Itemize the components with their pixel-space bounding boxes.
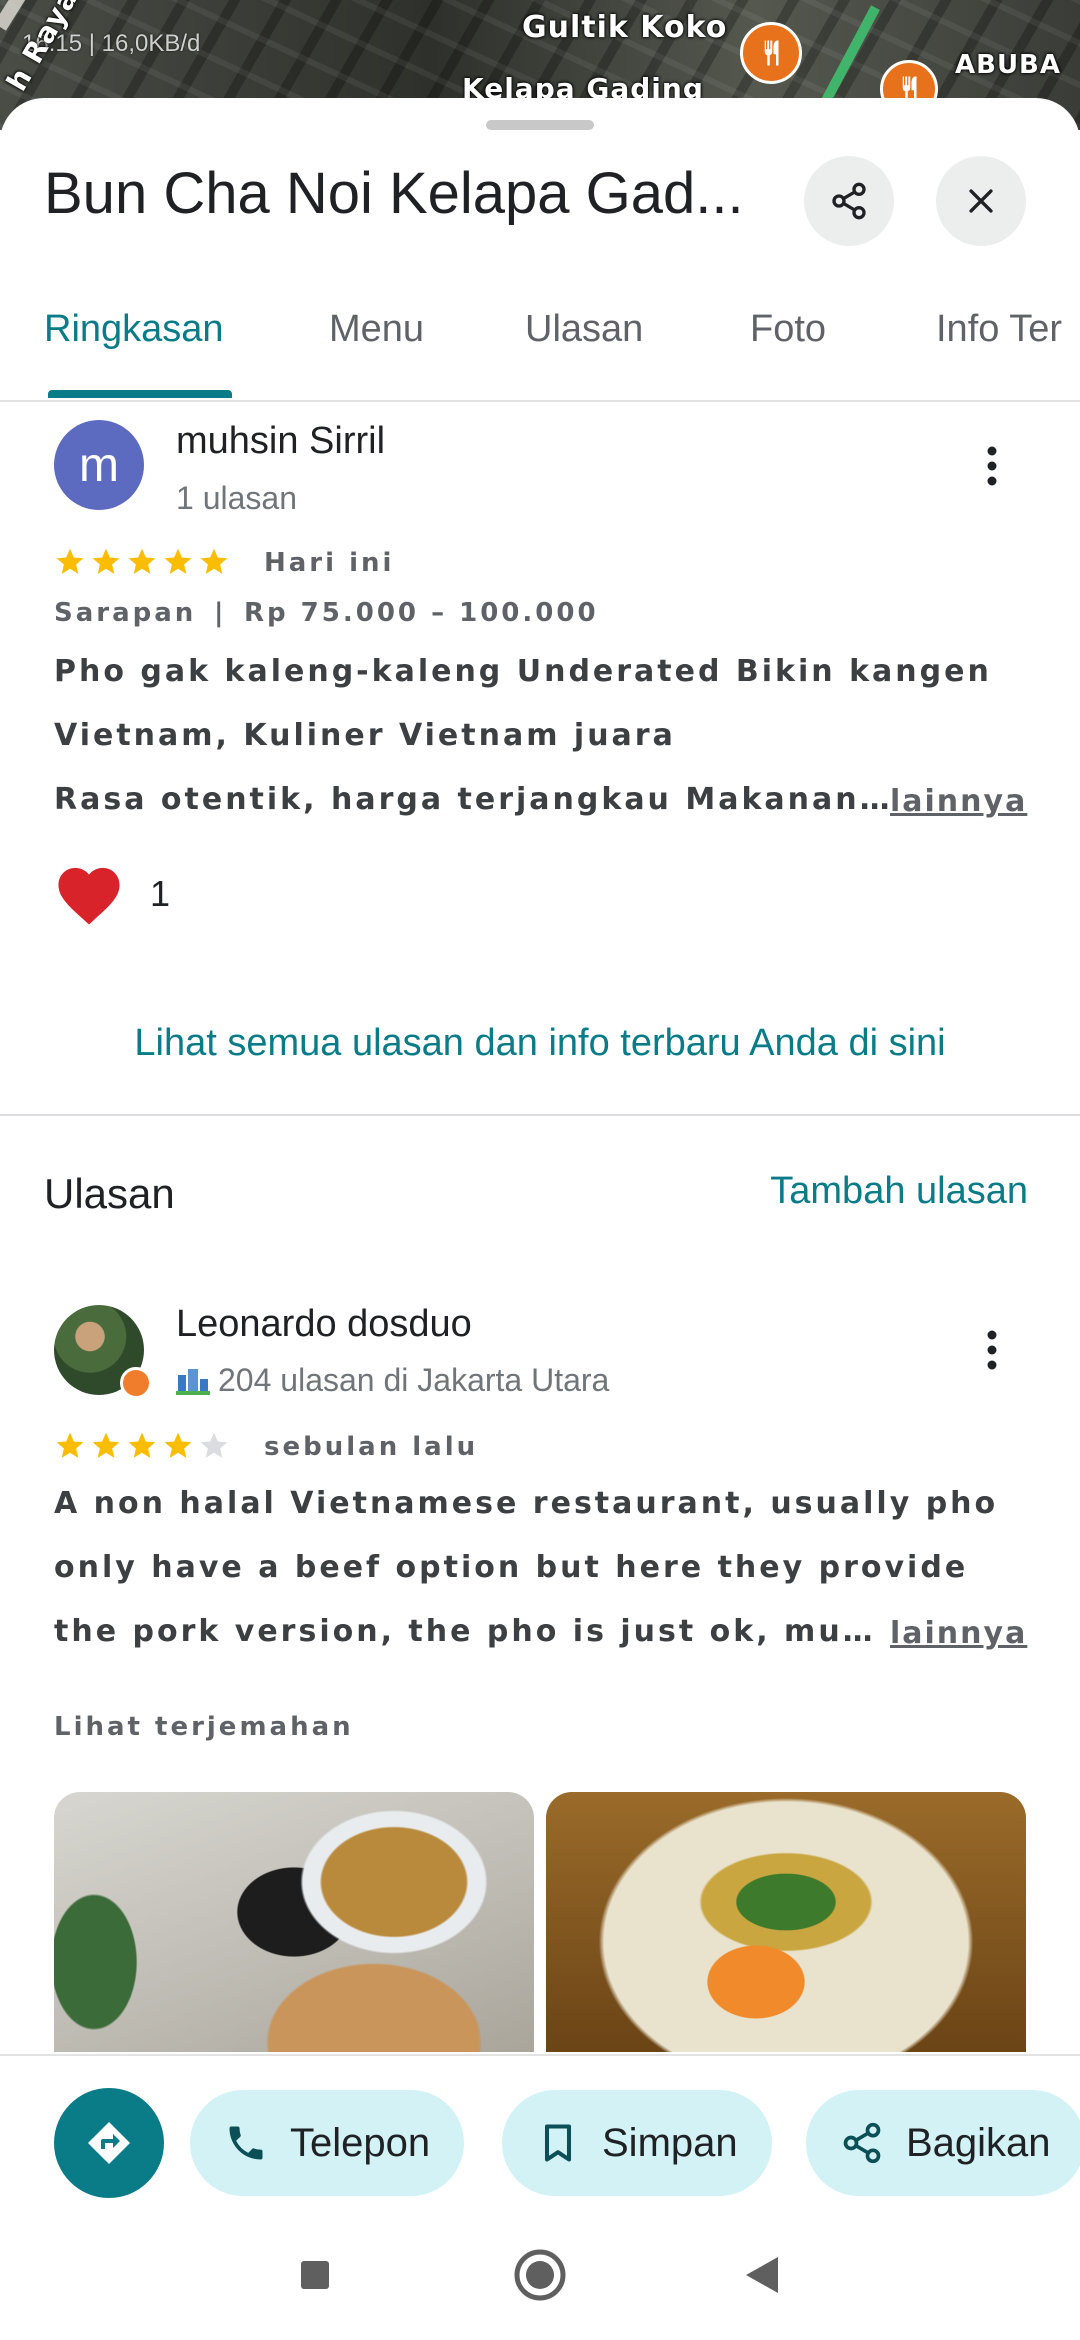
reviewer-name[interactable]: Leonardo dosduo: [176, 1303, 472, 1346]
more-vert-icon: [987, 446, 997, 486]
directions-icon: [88, 2122, 130, 2164]
back-button[interactable]: [732, 2245, 792, 2305]
active-tab-indicator: [48, 390, 232, 398]
read-more-link[interactable]: lainnya: [890, 784, 1027, 819]
review-text-line: Vietnam, Kuliner Vietnam juara: [54, 718, 676, 753]
star-filled-icon: [128, 1432, 156, 1458]
star-filled-icon: [92, 1432, 120, 1458]
system-nav-bar: [0, 2210, 1080, 2340]
star-rating: [54, 1430, 230, 1462]
reviewer-review-count-text: 204 ulasan di Jakarta Utara: [218, 1362, 610, 1398]
heart-icon: [58, 867, 120, 925]
like-button[interactable]: 1: [54, 862, 170, 926]
tab-ulasan[interactable]: Ulasan: [525, 308, 643, 351]
avatar[interactable]: m: [54, 420, 144, 510]
share-label: Bagikan: [906, 2120, 1051, 2165]
tab-menu[interactable]: Menu: [329, 308, 424, 351]
place-title: Bun Cha Noi Kelapa Gad...: [44, 161, 744, 226]
action-bar: Telepon Simpan Bagikan: [0, 2054, 1080, 2210]
tab-ringkasan[interactable]: Ringkasan: [44, 308, 224, 351]
place-tabs: Ringkasan Menu Ulasan Foto Info Ter: [0, 298, 1080, 402]
tab-foto[interactable]: Foto: [750, 308, 826, 351]
reviewer-review-count: 204 ulasan di Jakarta Utara: [176, 1362, 609, 1399]
review-text-line: the pork version, the pho is just ok, mu…: [54, 1614, 876, 1649]
section-divider: [0, 1114, 1080, 1116]
read-more-link[interactable]: lainnya: [890, 1616, 1027, 1651]
review-time: sebulan lalu: [264, 1432, 479, 1462]
directions-button[interactable]: [54, 2088, 164, 2198]
share-button[interactable]: [804, 156, 894, 246]
tab-info[interactable]: Info Ter: [936, 308, 1062, 351]
share-icon: [843, 2122, 881, 2164]
share-icon: [832, 182, 866, 220]
see-all-reviews-link[interactable]: Lihat semua ulasan dan info terbaru Anda…: [0, 1022, 1080, 1065]
sheet-drag-handle[interactable]: [486, 120, 594, 130]
star-filled-icon: [164, 1432, 192, 1458]
star-filled-icon: [92, 548, 120, 574]
star-filled-icon: [200, 548, 228, 574]
more-vert-icon: [987, 1330, 997, 1370]
star-empty-icon: [200, 1432, 228, 1458]
review-photo[interactable]: [546, 1792, 1026, 2052]
more-options-button[interactable]: [962, 1320, 1022, 1380]
review-photo[interactable]: [54, 1792, 534, 2052]
like-count: 1: [150, 873, 171, 914]
star-filled-icon: [128, 548, 156, 574]
review-text-line: Rasa otentik, harga terjangkau Makanan…: [54, 782, 893, 817]
restaurant-pin-icon[interactable]: [740, 22, 802, 84]
call-button[interactable]: Telepon: [190, 2090, 465, 2196]
star-filled-icon: [56, 548, 84, 574]
star-filled-icon: [56, 1432, 84, 1458]
back-triangle-icon: [746, 2257, 778, 2293]
phone-icon: [229, 2126, 263, 2160]
translate-link[interactable]: Lihat terjemahan: [54, 1712, 354, 1742]
local-guide-badge-icon: [120, 1367, 152, 1399]
recents-button[interactable]: [285, 2245, 345, 2305]
save-button[interactable]: Simpan: [502, 2090, 772, 2196]
city-icon: [176, 1369, 210, 1395]
review-text-line: A non halal Vietnamese restaurant, usual…: [54, 1486, 999, 1521]
save-label: Simpan: [602, 2120, 738, 2165]
price-range: Rp 75.000 – 100.000: [244, 598, 599, 628]
star-filled-icon: [164, 548, 192, 574]
map-label-abuba: ABUBA: [955, 50, 1061, 80]
reviews-section-title: Ulasan: [44, 1170, 175, 1217]
reviewer-name[interactable]: muhsin Sirril: [176, 420, 385, 463]
reviewer-review-count: 1 ulasan: [176, 480, 297, 516]
add-review-button[interactable]: Tambah ulasan: [770, 1170, 1028, 1213]
close-button[interactable]: [936, 156, 1026, 246]
more-options-button[interactable]: [962, 436, 1022, 496]
bookmark-icon: [544, 2124, 572, 2162]
review-time: Hari ini: [264, 548, 395, 578]
map-label-gultik: Gultik Koko: [522, 10, 728, 45]
close-icon: [969, 189, 993, 213]
share-action-button[interactable]: Bagikan: [806, 2090, 1080, 2196]
review-photos: [54, 1792, 1026, 2052]
star-rating: [54, 546, 230, 578]
call-label: Telepon: [290, 2120, 431, 2165]
avatar[interactable]: [54, 1305, 152, 1399]
home-button[interactable]: [510, 2245, 570, 2305]
square-icon: [301, 2261, 329, 2289]
review-text-line: Pho gak kaleng-kaleng Underated Bikin ka…: [54, 654, 992, 689]
home-circle-icon: [514, 2249, 566, 2301]
review-text-line: only have a beef option but here they pr…: [54, 1550, 969, 1585]
meta-separator: |: [214, 598, 227, 628]
meal-type: Sarapan: [54, 598, 197, 628]
